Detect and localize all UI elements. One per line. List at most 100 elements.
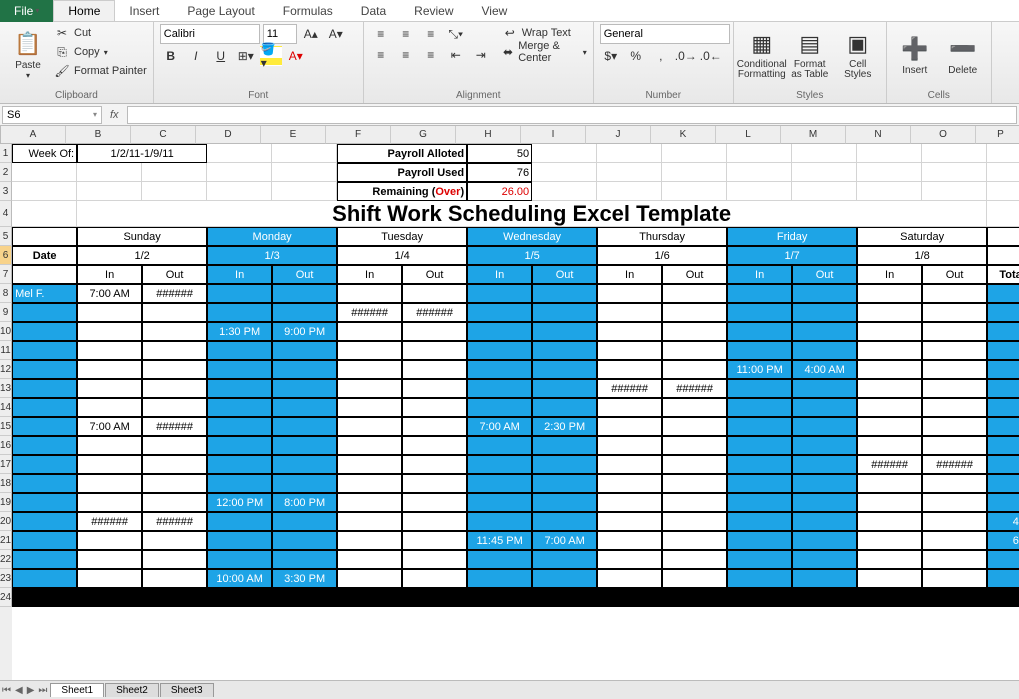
sheet-tab-1[interactable]: Sheet1 bbox=[50, 683, 104, 697]
cell[interactable]: In bbox=[597, 265, 662, 284]
cell[interactable]: Out bbox=[532, 265, 597, 284]
cell[interactable] bbox=[272, 531, 337, 550]
cell[interactable] bbox=[532, 569, 597, 588]
cell[interactable] bbox=[207, 360, 272, 379]
cell[interactable] bbox=[987, 246, 1019, 265]
cell[interactable] bbox=[922, 569, 987, 588]
cell[interactable] bbox=[467, 398, 532, 417]
row-header-7[interactable]: 7 bbox=[0, 265, 12, 284]
cell[interactable] bbox=[922, 493, 987, 512]
cell[interactable] bbox=[857, 144, 922, 163]
cell[interactable]: Total bbox=[987, 265, 1019, 284]
cell[interactable] bbox=[77, 322, 142, 341]
cell[interactable] bbox=[532, 493, 597, 512]
row-header-17[interactable]: 17 bbox=[0, 455, 12, 474]
cell[interactable] bbox=[337, 474, 402, 493]
cell[interactable] bbox=[207, 163, 272, 182]
cell[interactable] bbox=[272, 360, 337, 379]
cell[interactable] bbox=[12, 227, 77, 246]
date-cell[interactable]: 1/7 bbox=[727, 246, 857, 265]
cell[interactable] bbox=[532, 379, 597, 398]
cell[interactable]: 4 bbox=[987, 455, 1019, 474]
border-button[interactable]: ⊞▾ bbox=[235, 46, 257, 66]
cell[interactable]: Out bbox=[272, 265, 337, 284]
cell[interactable] bbox=[207, 455, 272, 474]
cell[interactable] bbox=[922, 436, 987, 455]
cell[interactable]: 15 bbox=[987, 417, 1019, 436]
cell[interactable] bbox=[272, 341, 337, 360]
cell[interactable] bbox=[662, 163, 727, 182]
cell[interactable] bbox=[792, 303, 857, 322]
cell[interactable] bbox=[922, 379, 987, 398]
cell[interactable] bbox=[272, 182, 337, 201]
cell[interactable]: 7:00 AM bbox=[77, 284, 142, 303]
cell[interactable] bbox=[727, 436, 792, 455]
percent-icon[interactable]: % bbox=[625, 46, 647, 66]
cell[interactable] bbox=[922, 550, 987, 569]
cell[interactable] bbox=[987, 144, 1019, 163]
cell[interactable] bbox=[857, 512, 922, 531]
row-header-22[interactable]: 22 bbox=[0, 550, 12, 569]
decrease-decimal-icon[interactable]: .0← bbox=[700, 46, 722, 66]
cell[interactable]: 1/2/11-1/9/11 bbox=[77, 144, 207, 163]
cell[interactable] bbox=[727, 303, 792, 322]
cell[interactable] bbox=[532, 284, 597, 303]
date-cell[interactable]: 1/6 bbox=[597, 246, 727, 265]
underline-button[interactable]: U bbox=[210, 46, 232, 66]
day-header[interactable]: Saturday bbox=[857, 227, 987, 246]
cell[interactable] bbox=[337, 284, 402, 303]
cut-button[interactable]: ✂Cut bbox=[54, 24, 147, 42]
cell[interactable] bbox=[792, 379, 857, 398]
conditional-formatting-button[interactable]: ▦Conditional Formatting bbox=[740, 24, 784, 84]
cell[interactable] bbox=[337, 455, 402, 474]
cell[interactable]: Payroll Used bbox=[337, 163, 467, 182]
cell[interactable] bbox=[402, 531, 467, 550]
cell[interactable] bbox=[142, 360, 207, 379]
col-header-N[interactable]: N bbox=[846, 126, 911, 144]
cell[interactable] bbox=[792, 417, 857, 436]
row-header-20[interactable]: 20 bbox=[0, 512, 12, 531]
cell[interactable]: In bbox=[337, 265, 402, 284]
cell[interactable]: 11:00 PM bbox=[727, 360, 792, 379]
cell[interactable] bbox=[857, 550, 922, 569]
cell[interactable] bbox=[727, 417, 792, 436]
cell[interactable] bbox=[857, 493, 922, 512]
cell[interactable] bbox=[987, 588, 1019, 607]
cell[interactable]: 12:00 PM bbox=[207, 493, 272, 512]
cell[interactable] bbox=[597, 493, 662, 512]
cell[interactable]: Out bbox=[662, 265, 727, 284]
row-header-23[interactable]: 23 bbox=[0, 569, 12, 588]
cell[interactable] bbox=[337, 531, 402, 550]
row-header-15[interactable]: 15 bbox=[0, 417, 12, 436]
cell[interactable] bbox=[467, 341, 532, 360]
col-header-O[interactable]: O bbox=[911, 126, 976, 144]
cell[interactable] bbox=[727, 398, 792, 417]
cell[interactable] bbox=[272, 303, 337, 322]
cell[interactable] bbox=[532, 341, 597, 360]
col-header-H[interactable]: H bbox=[456, 126, 521, 144]
fx-icon[interactable]: fx bbox=[104, 109, 125, 121]
cell[interactable] bbox=[597, 284, 662, 303]
cell[interactable] bbox=[792, 493, 857, 512]
cell[interactable]: 0 bbox=[987, 474, 1019, 493]
cell[interactable] bbox=[987, 182, 1019, 201]
cell[interactable] bbox=[77, 550, 142, 569]
cell[interactable] bbox=[597, 550, 662, 569]
cell[interactable] bbox=[727, 322, 792, 341]
cell[interactable] bbox=[272, 398, 337, 417]
cell[interactable]: 76 bbox=[467, 163, 532, 182]
cell[interactable] bbox=[792, 436, 857, 455]
font-color-button[interactable]: A▾ bbox=[285, 46, 307, 66]
cell[interactable] bbox=[922, 163, 987, 182]
cell[interactable] bbox=[12, 569, 77, 588]
cell[interactable]: 8:00 PM bbox=[272, 493, 337, 512]
row-header-18[interactable]: 18 bbox=[0, 474, 12, 493]
cell[interactable] bbox=[12, 417, 77, 436]
tab-view[interactable]: View bbox=[468, 1, 522, 21]
format-as-table-button[interactable]: ▤Format as Table bbox=[788, 24, 832, 84]
date-cell[interactable]: 1/4 bbox=[337, 246, 467, 265]
align-top-icon[interactable]: ≡ bbox=[370, 24, 392, 44]
cell[interactable] bbox=[857, 436, 922, 455]
font-size-select[interactable] bbox=[263, 24, 297, 44]
cell[interactable] bbox=[597, 303, 662, 322]
